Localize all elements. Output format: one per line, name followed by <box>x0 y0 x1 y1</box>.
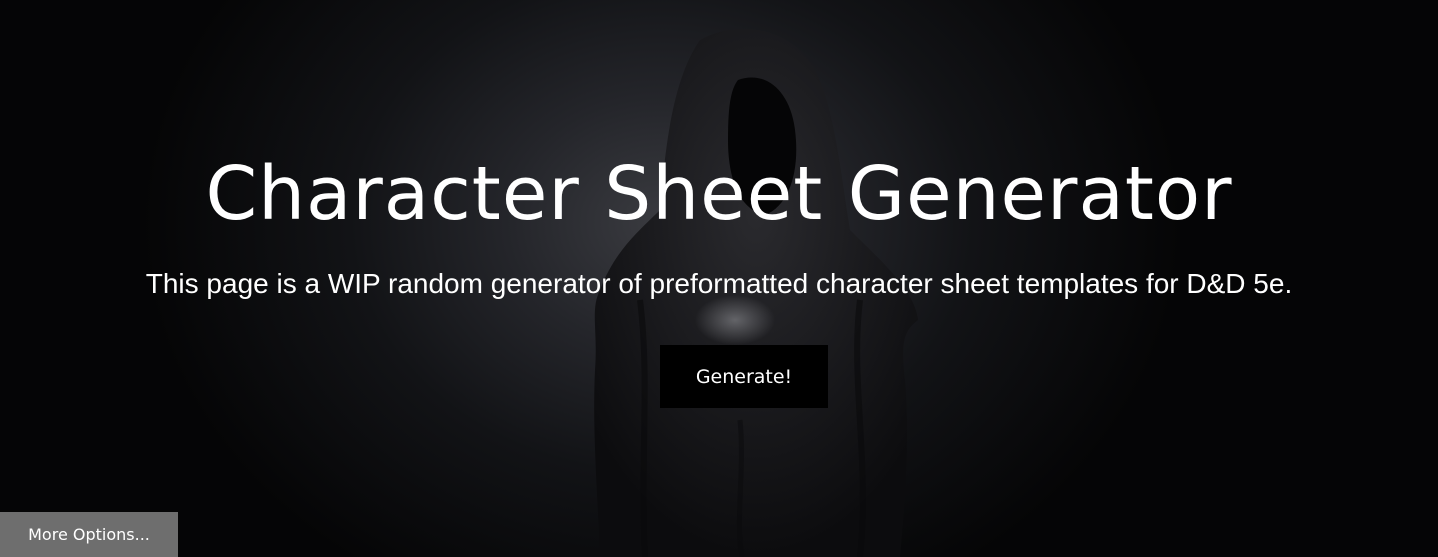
page-subtitle: This page is a WIP random generator of p… <box>145 268 1293 299</box>
hero-content: Character Sheet Generator This page is a… <box>0 0 1438 557</box>
generate-button[interactable]: Generate! <box>660 345 828 408</box>
hero-section: Character Sheet Generator This page is a… <box>0 0 1438 557</box>
more-options-button[interactable]: More Options... <box>0 512 178 557</box>
page-title: Character Sheet Generator <box>205 151 1233 237</box>
